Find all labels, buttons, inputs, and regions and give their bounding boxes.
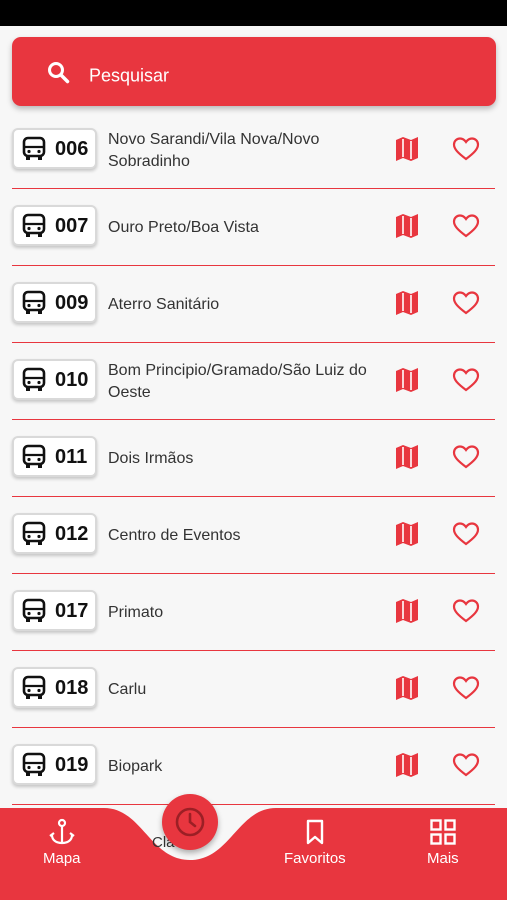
map-icon[interactable] — [394, 290, 420, 316]
bus-icon — [22, 521, 46, 545]
nav-label-more: Mais — [427, 850, 459, 867]
divider — [12, 803, 495, 805]
nav-item-more[interactable]: Mais — [427, 818, 459, 867]
heart-icon[interactable] — [452, 367, 480, 393]
search-icon — [48, 62, 70, 84]
route-number-chip: 007 — [12, 205, 97, 246]
route-row[interactable]: 006 Novo Sarandi/Vila Nova/Novo Sobradin… — [0, 112, 507, 189]
route-number-chip: 017 — [12, 590, 97, 631]
route-name: Carlu — [108, 680, 147, 698]
clock-button[interactable] — [162, 794, 218, 850]
route-list[interactable]: 006 Novo Sarandi/Vila Nova/Novo Sobradin… — [0, 112, 507, 805]
route-row[interactable]: 012 Centro de Eventos — [0, 497, 507, 574]
nav-item-map[interactable]: Mapa — [43, 818, 81, 867]
search-placeholder: Pesquisar — [89, 65, 170, 86]
route-name: Primato — [108, 603, 164, 621]
route-number-chip: 006 — [12, 128, 97, 169]
bus-icon — [22, 213, 46, 237]
bus-icon — [22, 598, 46, 622]
heart-icon[interactable] — [452, 675, 480, 701]
route-row[interactable]: 010 Bom Principio/Gramado/São Luiz do Oe… — [0, 343, 507, 420]
route-number: 009 — [55, 291, 89, 314]
anchor-icon — [49, 818, 75, 845]
map-icon[interactable] — [394, 752, 420, 778]
route-name: Ouro Preto/Boa Vista — [108, 218, 259, 236]
route-number-chip: 019 — [12, 744, 97, 785]
route-number-chip: 010 — [12, 359, 97, 400]
route-row[interactable]: 017 Primato — [0, 574, 507, 651]
map-icon[interactable] — [394, 136, 420, 162]
bus-icon — [22, 290, 46, 314]
route-name: Novo Sarandi/Vila Nova/Novo Sobradinho — [108, 130, 320, 170]
map-icon[interactable] — [394, 675, 420, 701]
route-number: 011 — [55, 445, 88, 468]
heart-icon[interactable] — [452, 521, 480, 547]
heart-icon[interactable] — [452, 444, 480, 470]
route-number-chip: 011 — [12, 436, 97, 477]
route-name: Aterro Sanitário — [108, 295, 220, 313]
map-icon[interactable] — [394, 213, 420, 239]
route-name: Bom Principio/Gramado/São Luiz do Oeste — [108, 361, 367, 401]
heart-icon[interactable] — [452, 598, 480, 624]
route-name: Dois Irmãos — [108, 449, 194, 467]
map-icon[interactable] — [394, 367, 420, 393]
route-number: 010 — [55, 368, 89, 391]
heart-icon[interactable] — [452, 136, 480, 162]
bookmark-icon — [306, 819, 324, 845]
map-icon[interactable] — [394, 521, 420, 547]
route-row[interactable]: 018 Carlu — [0, 651, 507, 728]
heart-icon[interactable] — [452, 290, 480, 316]
heart-icon[interactable] — [452, 752, 480, 778]
route-row[interactable]: 009 Aterro Sanitário — [0, 266, 507, 343]
route-name: Centro de Eventos — [108, 526, 241, 544]
route-number-chip: 009 — [12, 282, 97, 323]
nav-label-favorites: Favoritos — [284, 850, 346, 867]
route-number: 007 — [55, 214, 89, 237]
search-bar[interactable]: Pesquisar — [12, 37, 496, 106]
route-number: 019 — [55, 753, 89, 776]
route-number: 017 — [55, 599, 89, 622]
grid-icon — [430, 819, 456, 845]
heart-icon[interactable] — [452, 213, 480, 239]
route-row[interactable]: 011 Dois Irmãos — [0, 420, 507, 497]
map-icon[interactable] — [394, 598, 420, 624]
bus-icon — [22, 444, 46, 468]
status-bar — [0, 0, 507, 26]
map-icon[interactable] — [394, 444, 420, 470]
clock-icon — [175, 807, 205, 837]
nav-item-favorites[interactable]: Favoritos — [284, 818, 346, 867]
bus-icon — [22, 136, 46, 160]
nav-label-map: Mapa — [43, 850, 81, 867]
route-number: 006 — [55, 137, 89, 160]
route-number-chip: 018 — [12, 667, 97, 708]
route-number: 018 — [55, 676, 89, 699]
route-row[interactable]: 019 Biopark — [0, 728, 507, 805]
route-number-chip: 012 — [12, 513, 97, 554]
route-row[interactable]: 007 Ouro Preto/Boa Vista — [0, 189, 507, 266]
route-number: 012 — [55, 522, 89, 545]
bus-icon — [22, 752, 46, 776]
bus-icon — [22, 675, 46, 699]
bus-icon — [22, 367, 46, 391]
route-name: Biopark — [108, 757, 163, 775]
